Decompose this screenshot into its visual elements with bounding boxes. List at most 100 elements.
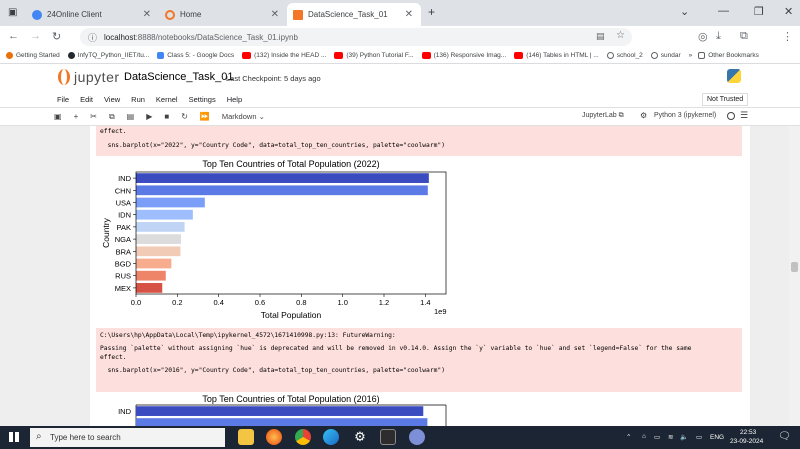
window-close-button[interactable]: ✕ [784, 5, 793, 18]
minimize-button[interactable]: — [718, 5, 729, 17]
profile-icon[interactable]: ◎ [698, 30, 708, 43]
stop-icon[interactable]: ■ [164, 112, 169, 121]
copy-icon[interactable]: ⧉ [109, 112, 115, 122]
terminal-icon[interactable] [380, 429, 396, 445]
run-icon[interactable]: ▶ [146, 112, 152, 121]
tab-home[interactable]: Home ✕ [159, 3, 287, 26]
download-icon[interactable]: ⤓ [716, 30, 721, 43]
bookmark-item[interactable]: sundar [650, 52, 681, 59]
fast-forward-icon[interactable]: ⏩ [200, 112, 210, 121]
other-bookmarks[interactable]: Other Bookmarks [698, 52, 759, 59]
bar-ind [136, 173, 429, 183]
language-indicator[interactable]: ENG [710, 434, 724, 441]
menu-run[interactable]: Run [131, 95, 145, 104]
docs-icon [157, 52, 165, 59]
windows-start-icon[interactable] [9, 432, 19, 442]
bar-pak [136, 222, 185, 232]
menu-file[interactable]: File [57, 95, 69, 104]
bookmark-item[interactable]: (146) Tables in HTML | ... [514, 52, 599, 59]
add-cell-icon[interactable]: + [74, 112, 79, 121]
bookmark-star-icon[interactable]: ☆ [616, 30, 625, 41]
menu-edit[interactable]: Edit [80, 95, 93, 104]
tab-search-icon[interactable]: ⌄ [680, 5, 689, 18]
y-tick-label: CHN [115, 186, 131, 195]
battery-icon[interactable]: ▭ [654, 433, 660, 441]
keyboard-icon[interactable]: ▭ [696, 433, 702, 441]
settings-icon[interactable]: ⚙ [352, 429, 368, 445]
clock-date[interactable]: 23-09-2024 [730, 438, 763, 445]
wifi-icon[interactable]: ≋ [668, 433, 673, 441]
y-axis-label: Country [101, 217, 111, 248]
menu-settings[interactable]: Settings [189, 95, 216, 104]
tab-datascience[interactable]: DataScience_Task_01 ✕ [287, 3, 421, 26]
volume-icon[interactable]: 🔈 [680, 433, 688, 441]
last-checkpoint: Last Checkpoint: 5 days ago [226, 74, 321, 83]
chart-title: Top Ten Countries of Total Population (2… [202, 159, 379, 169]
tab-title: 24Online Client [47, 10, 102, 19]
notebook-scrollbar[interactable] [789, 126, 800, 426]
close-icon[interactable]: ✕ [405, 9, 413, 20]
taskbar-search[interactable]: ⌕ Type here to search [30, 428, 225, 447]
gear-icon[interactable]: ⚙ [640, 111, 647, 120]
jupyter-toolbar: ▣ + ✂ ⧉ ▤ ▶ ■ ↻ ⏩ Markdown ⌄ JupyterLab … [0, 108, 800, 126]
bookmark-item[interactable]: (132) Inside the HEAD ... [242, 52, 326, 59]
close-icon[interactable]: ✕ [143, 9, 151, 20]
bookmark-item[interactable]: Getting Started [6, 52, 60, 59]
reader-icon[interactable]: ▤ [596, 31, 605, 42]
bookmark-item[interactable]: InfyTQ_Python_IIET/tu... [67, 52, 149, 59]
forward-icon[interactable]: → [30, 30, 41, 42]
cell-type-select[interactable]: Markdown ⌄ [222, 112, 265, 121]
site-info-icon[interactable]: ⓘ [88, 31, 97, 44]
cut-icon[interactable]: ✂ [90, 112, 97, 121]
bar-partial [136, 418, 428, 426]
tab-24online[interactable]: 24Online Client ✕ [26, 3, 159, 26]
bar-nga [136, 234, 182, 244]
globe-icon [32, 9, 42, 20]
file-explorer-icon[interactable] [238, 429, 254, 445]
code-line: sns.barplot(x="2022", y="Country Code", … [100, 142, 445, 149]
y-tick-label: IDN [118, 211, 131, 220]
save-icon[interactable]: ▣ [54, 112, 62, 121]
not-trusted-badge[interactable]: Not Trusted [702, 93, 749, 106]
bookmark-item[interactable]: (39) Python Tutorial F... [334, 52, 414, 59]
menu-help[interactable]: Help [227, 95, 242, 104]
jupyter-menubar: File Edit View Run Kernel Settings Help … [0, 92, 800, 108]
network-icon[interactable]: ⌂ [642, 433, 646, 440]
bookmark-item[interactable]: (136) Responsive Imag... [421, 52, 506, 59]
menu-view[interactable]: View [104, 95, 120, 104]
bookmarks-overflow-icon[interactable]: » [689, 52, 693, 59]
reload-icon[interactable]: ↻ [52, 30, 61, 43]
jupyter-logo-icon[interactable] [58, 69, 70, 85]
chrome-icon[interactable] [295, 429, 311, 445]
notebook-title[interactable]: DataScience_Task_01 [124, 71, 233, 83]
scroll-thumb[interactable] [791, 262, 798, 272]
jupyterlab-link[interactable]: JupyterLab ⧉ [582, 112, 624, 120]
warning-line: effect. [100, 128, 127, 135]
bookmark-item[interactable]: school_2 [606, 52, 643, 59]
maximize-button[interactable]: ❐ [754, 5, 764, 18]
x-tick-label: 1.2 [379, 298, 389, 307]
r-app-icon[interactable] [409, 429, 425, 445]
bookmark-item[interactable]: Class 5: - Google Docs [157, 52, 234, 59]
close-icon[interactable]: ✕ [271, 9, 279, 20]
paste-icon[interactable]: ▤ [127, 112, 135, 121]
firefox-icon[interactable] [266, 429, 282, 445]
restart-icon[interactable]: ↻ [181, 112, 188, 121]
system-tray: ⌃ ⌂ ▭ ≋ 🔈 ▭ ENG 22:53 23-09-2024 🗨 [626, 429, 800, 447]
hamburger-menu-icon[interactable]: ☰ [740, 110, 748, 121]
edge-icon[interactable] [323, 429, 339, 445]
bar-bgd [136, 258, 172, 269]
new-tab-button[interactable]: + [428, 5, 435, 19]
extensions-icon[interactable]: ⧉ [740, 30, 748, 43]
menu-icon[interactable]: ⋮ [782, 30, 793, 43]
tab-actions-icon[interactable]: ▣ [8, 7, 17, 18]
chevron-up-icon[interactable]: ⌃ [626, 433, 631, 441]
clock-time[interactable]: 22:53 [740, 429, 756, 436]
jupyter-logo-text[interactable]: jupyter [74, 69, 120, 85]
youtube-icon [421, 52, 431, 59]
menu-kernel[interactable]: Kernel [156, 95, 178, 104]
address-bar[interactable]: ⓘ localhost:8888/notebooks/DataScience_T… [80, 28, 632, 46]
notification-icon[interactable]: 🗨 [778, 431, 791, 442]
back-icon[interactable]: ← [8, 30, 19, 42]
kernel-name[interactable]: Python 3 (ipykernel) [654, 112, 716, 119]
